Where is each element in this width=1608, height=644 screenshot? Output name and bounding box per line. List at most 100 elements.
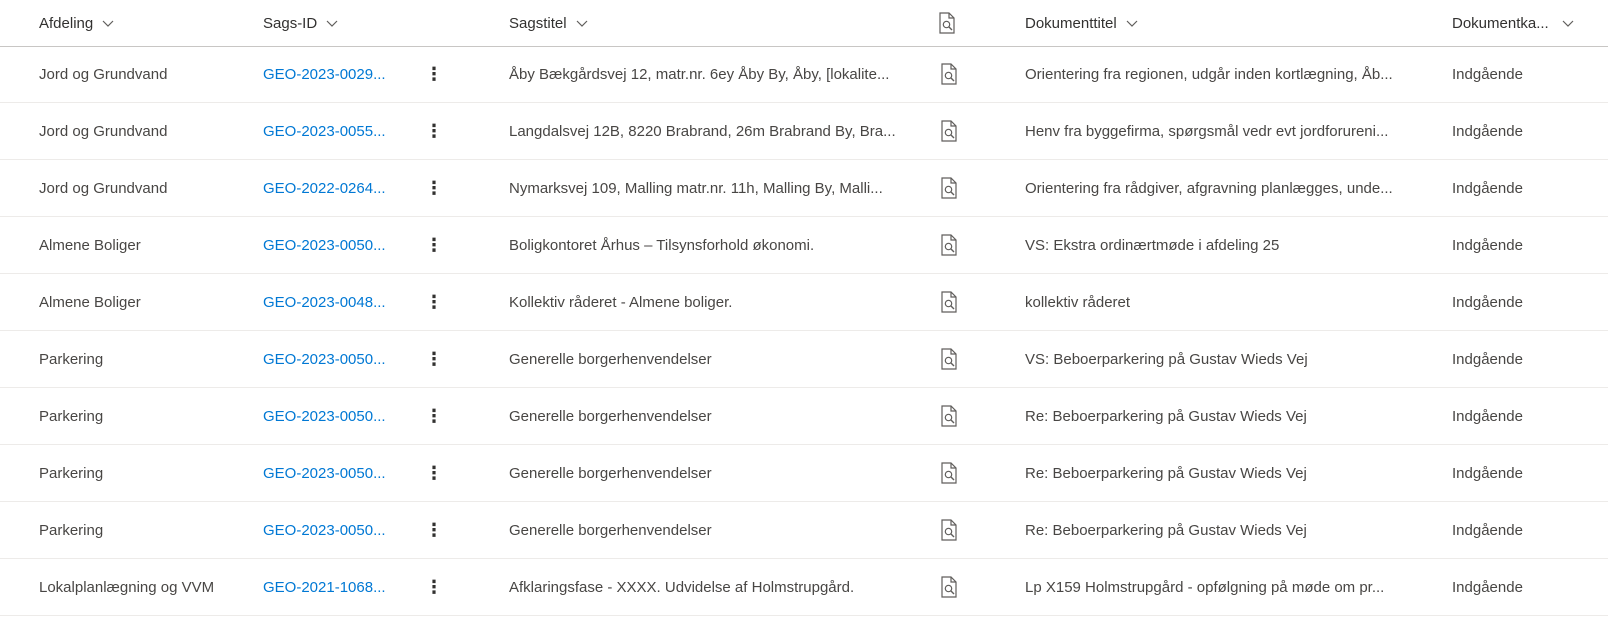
dokumenttitel-cell: VS: Beboerparkering på Gustav Wieds Vej: [1025, 331, 1427, 387]
dokumentkategori-text: Indgående: [1452, 350, 1523, 368]
dokumenttitel-cell: Orientering fra regionen, udgår inden ko…: [1025, 46, 1427, 102]
sagstitel-text: Boligkontoret Århus – Tilsynsforhold øko…: [509, 236, 815, 254]
document-search-icon[interactable]: [937, 502, 961, 558]
more-vertical-icon[interactable]: ⋮: [418, 445, 450, 501]
table-row[interactable]: Parkering GEO-2023-0050... ⋮ Generelle b…: [0, 388, 1608, 445]
column-header-sagstitel[interactable]: Sagstitel: [509, 0, 589, 46]
dokumenttitel-cell: Re: Beboerparkering på Gustav Wieds Vej: [1025, 388, 1427, 444]
sags-id-cell[interactable]: GEO-2023-0050...: [263, 502, 393, 558]
document-search-icon[interactable]: [937, 46, 961, 102]
document-search-icon: [941, 462, 957, 484]
sags-id-cell[interactable]: GEO-2023-0050...: [263, 331, 393, 387]
sags-id-link[interactable]: GEO-2023-0048...: [263, 294, 393, 311]
column-header-label: Sagstitel: [509, 14, 567, 32]
more-vertical-icon[interactable]: ⋮: [418, 274, 450, 330]
sags-id-cell[interactable]: GEO-2023-0050...: [263, 388, 393, 444]
afdeling-cell: Jord og Grundvand: [39, 103, 249, 159]
table-row[interactable]: Jord og Grundvand GEO-2022-0264... ⋮ Nym…: [0, 160, 1608, 217]
more-vertical-icon[interactable]: ⋮: [418, 331, 450, 387]
sags-id-cell[interactable]: GEO-2023-0048...: [263, 274, 393, 330]
sags-id-link[interactable]: GEO-2023-0050...: [263, 465, 393, 482]
dokumentkategori-cell: Indgående: [1452, 559, 1602, 615]
column-header-preview[interactable]: [937, 0, 957, 46]
dokumenttitel-text: Re: Beboerparkering på Gustav Wieds Vej: [1025, 521, 1307, 539]
sagstitel-cell: Afklaringsfase - XXXX. Udvidelse af Holm…: [509, 559, 909, 615]
document-search-icon[interactable]: [937, 331, 961, 387]
dokumentkategori-text: Indgående: [1452, 407, 1523, 425]
sagstitel-text: Generelle borgerhenvendelser: [509, 521, 712, 539]
afdeling-text: Lokalplanlægning og VVM: [39, 578, 215, 596]
dokumentkategori-cell: Indgående: [1452, 445, 1602, 501]
sagstitel-text: Generelle borgerhenvendelser: [509, 350, 712, 368]
sags-id-cell[interactable]: GEO-2023-0029...: [263, 46, 393, 102]
more-vertical-icon[interactable]: ⋮: [418, 502, 450, 558]
sagstitel-cell: Kollektiv råderet - Almene boliger.: [509, 274, 909, 330]
more-vertical-icon[interactable]: ⋮: [418, 388, 450, 444]
sagstitel-cell: Generelle borgerhenvendelser: [509, 502, 909, 558]
document-search-icon[interactable]: [937, 160, 961, 216]
dokumenttitel-cell: Re: Beboerparkering på Gustav Wieds Vej: [1025, 445, 1427, 501]
column-header-sags-id[interactable]: Sags-ID: [263, 0, 339, 46]
document-search-icon[interactable]: [937, 388, 961, 444]
dokumentkategori-cell: Indgående: [1452, 103, 1602, 159]
table-row[interactable]: Jord og Grundvand GEO-2023-0029... ⋮ Åby…: [0, 46, 1608, 103]
column-header-dokumenttitel[interactable]: Dokumenttitel: [1025, 0, 1139, 46]
dokumentkategori-cell: Indgående: [1452, 274, 1602, 330]
sags-id-cell[interactable]: GEO-2023-0050...: [263, 445, 393, 501]
document-search-icon: [941, 63, 957, 85]
sags-id-cell[interactable]: GEO-2023-0050...: [263, 217, 393, 273]
dokumentkategori-text: Indgående: [1452, 122, 1523, 140]
column-header-dokumentkategori[interactable]: Dokumentka...: [1452, 0, 1575, 46]
more-vertical-icon[interactable]: ⋮: [418, 103, 450, 159]
more-glyph: ⋮: [425, 348, 443, 369]
document-search-icon[interactable]: [937, 274, 961, 330]
table-row[interactable]: Parkering GEO-2023-0050... ⋮ Generelle b…: [0, 331, 1608, 388]
afdeling-text: Parkering: [39, 350, 104, 368]
sags-id-cell[interactable]: GEO-2023-0055...: [263, 103, 393, 159]
table-row[interactable]: Parkering GEO-2023-0050... ⋮ Generelle b…: [0, 502, 1608, 559]
sags-id-link[interactable]: GEO-2022-0264...: [263, 180, 393, 197]
dokumenttitel-cell: VS: Ekstra ordinærtmøde i afdeling 25: [1025, 217, 1427, 273]
table-row[interactable]: Almene Boliger GEO-2023-0048... ⋮ Kollek…: [0, 274, 1608, 331]
document-search-icon[interactable]: [937, 559, 961, 615]
sags-id-link[interactable]: GEO-2023-0050...: [263, 237, 393, 254]
chevron-down-icon: [576, 20, 587, 27]
column-header-afdeling[interactable]: Afdeling: [39, 0, 115, 46]
document-search-icon[interactable]: [937, 217, 961, 273]
table-row[interactable]: Jord og Grundvand GEO-2023-0055... ⋮ Lan…: [0, 103, 1608, 160]
dokumentkategori-text: Indgående: [1452, 65, 1523, 83]
sags-id-cell[interactable]: GEO-2022-0264...: [263, 160, 393, 216]
sags-id-link[interactable]: GEO-2023-0050...: [263, 522, 393, 539]
table-row[interactable]: Parkering GEO-2023-0050... ⋮ Generelle b…: [0, 445, 1608, 502]
sags-id-link[interactable]: GEO-2023-0055...: [263, 123, 393, 140]
document-search-icon: [941, 519, 957, 541]
more-vertical-icon[interactable]: ⋮: [418, 46, 450, 102]
afdeling-text: Jord og Grundvand: [39, 179, 168, 197]
document-search-icon[interactable]: [937, 103, 961, 159]
more-vertical-icon[interactable]: ⋮: [418, 160, 450, 216]
dokumentkategori-text: Indgående: [1452, 236, 1523, 254]
sags-id-link[interactable]: GEO-2023-0050...: [263, 351, 393, 368]
more-glyph: ⋮: [425, 120, 443, 141]
dokumentkategori-text: Indgående: [1452, 179, 1523, 197]
afdeling-text: Jord og Grundvand: [39, 122, 168, 140]
more-vertical-icon[interactable]: ⋮: [418, 559, 450, 615]
afdeling-text: Jord og Grundvand: [39, 65, 168, 83]
sagstitel-cell: Generelle borgerhenvendelser: [509, 445, 909, 501]
document-search-icon[interactable]: [937, 445, 961, 501]
document-search-icon: [941, 177, 957, 199]
afdeling-text: Almene Boliger: [39, 236, 141, 254]
dokumentkategori-text: Indgående: [1452, 293, 1523, 311]
sags-id-link[interactable]: GEO-2023-0050...: [263, 408, 393, 425]
table-row[interactable]: Almene Boliger GEO-2023-0050... ⋮ Boligk…: [0, 217, 1608, 274]
sags-id-link[interactable]: GEO-2023-0029...: [263, 66, 393, 83]
dokumenttitel-text: VS: Beboerparkering på Gustav Wieds Vej: [1025, 350, 1308, 368]
sags-id-link[interactable]: GEO-2021-1068...: [263, 579, 393, 596]
table-row[interactable]: Lokalplanlægning og VVM GEO-2021-1068...…: [0, 559, 1608, 616]
document-preview-icon: [939, 12, 955, 34]
sagstitel-cell: Boligkontoret Århus – Tilsynsforhold øko…: [509, 217, 909, 273]
sags-id-cell[interactable]: GEO-2021-1068...: [263, 559, 393, 615]
chevron-down-icon: [326, 20, 338, 27]
more-vertical-icon[interactable]: ⋮: [418, 217, 450, 273]
document-search-icon: [941, 405, 957, 427]
